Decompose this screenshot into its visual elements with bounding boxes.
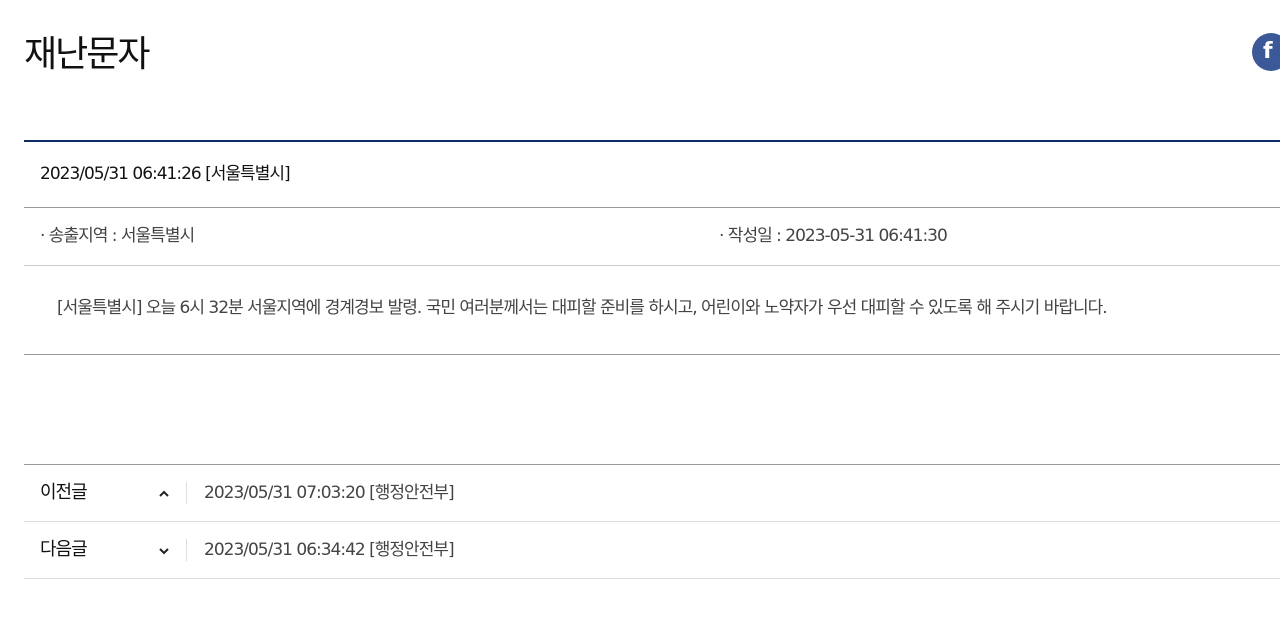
page: 재난문자 f 2023/05/31 06:41:26 [서울특별시] · 송출지… xyxy=(0,0,1280,626)
previous-post-title[interactable]: 2023/05/31 07:03:20 [행정안전부] xyxy=(204,465,455,521)
facebook-icon: f xyxy=(1263,39,1273,64)
facebook-share-button[interactable]: f xyxy=(1252,33,1280,71)
next-post-label: 다음글 xyxy=(40,539,88,560)
chevron-up-icon xyxy=(159,490,169,497)
page-title: 재난문자 xyxy=(24,34,150,75)
previous-post-link[interactable]: 이전글 2023/05/31 07:03:20 [행정안전부] xyxy=(24,465,1280,522)
created-date: · 작성일 : 2023-05-31 06:41:30 xyxy=(719,226,948,246)
next-post-title[interactable]: 2023/05/31 06:34:42 [행정안전부] xyxy=(204,522,455,578)
divider xyxy=(186,539,187,561)
post-navigation: 이전글 2023/05/31 07:03:20 [행정안전부] 다음글 2023… xyxy=(24,464,1280,579)
previous-post-label: 이전글 xyxy=(40,482,88,503)
message-body: [서울특별시] 오늘 6시 32분 서울지역에 경계경보 발령. 국민 여러분께… xyxy=(24,266,1280,355)
next-post-link[interactable]: 다음글 2023/05/31 06:34:42 [행정안전부] xyxy=(24,522,1280,579)
broadcast-region: · 송출지역 : 서울특별시 xyxy=(40,226,195,246)
message-meta: · 송출지역 : 서울특별시 · 작성일 : 2023-05-31 06:41:… xyxy=(24,208,1280,266)
divider xyxy=(186,482,187,504)
chevron-down-icon xyxy=(159,548,169,555)
message-header: 2023/05/31 06:41:26 [서울특별시] xyxy=(24,142,1280,208)
message-detail: 2023/05/31 06:41:26 [서울특별시] · 송출지역 : 서울특… xyxy=(24,140,1280,355)
